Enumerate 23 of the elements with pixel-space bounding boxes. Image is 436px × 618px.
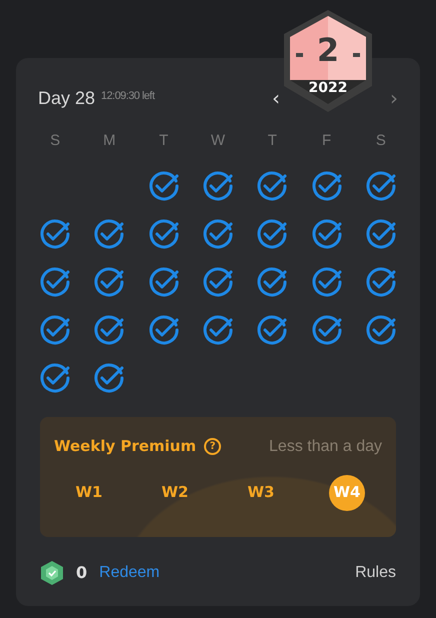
week-tab[interactable]: W3 [243, 474, 279, 510]
redeem-link[interactable]: Redeem [99, 561, 160, 585]
weekday-label: T [159, 131, 168, 151]
help-icon[interactable]: ? [204, 438, 222, 455]
weekday-label: W [210, 131, 226, 151]
weekday-label: S [376, 131, 386, 151]
gem-icon [40, 560, 64, 586]
week-tab[interactable]: W1 [71, 474, 107, 510]
weekday-label: M [103, 131, 116, 151]
countdown-text: 12:09:30 left [101, 88, 154, 104]
week-tab[interactable]: W2 [157, 474, 193, 510]
badge-year: 2022 [308, 81, 348, 95]
badge-number: 2 [316, 34, 340, 66]
weekday-label: F [322, 131, 332, 151]
weekday-label: T [268, 131, 277, 151]
points-count: 0 [76, 562, 88, 584]
remaining-text: Less than a day [269, 436, 382, 456]
day-title: Day 28 [38, 86, 96, 110]
premium-title: Weekly Premium [54, 436, 196, 458]
weekday-label: S [50, 131, 60, 151]
rules-link[interactable]: Rules [355, 561, 396, 585]
next-button[interactable]: › [390, 88, 398, 108]
prev-button[interactable]: ‹ [272, 88, 280, 108]
